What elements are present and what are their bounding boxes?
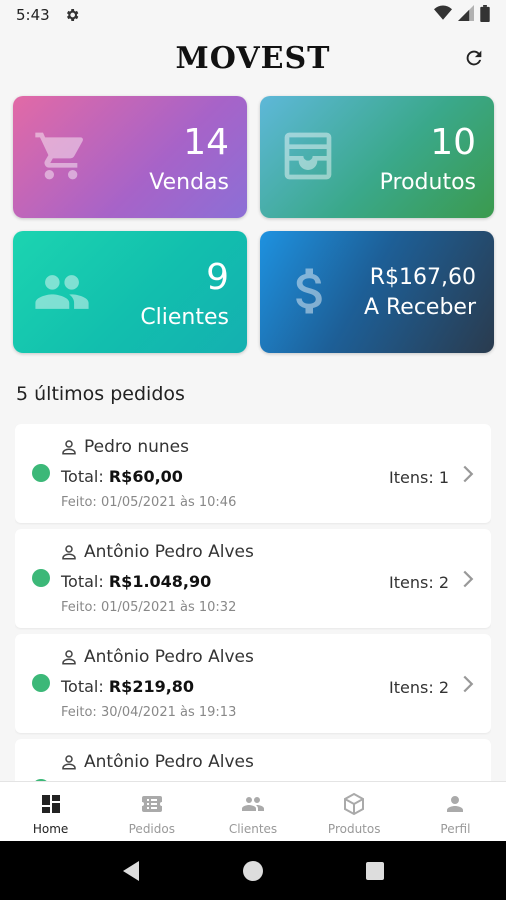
order-total-value: R$219,80: [108, 677, 195, 696]
people-icon: [242, 797, 264, 811]
customer-name: Antônio Pedro Alves: [84, 542, 254, 562]
order-customer: Antônio Pedro Alves: [60, 752, 254, 772]
sales-count: 14: [183, 122, 229, 163]
status-icons: [434, 4, 490, 26]
orders-list: Pedro nunes Total: R$60,00 Feito: 01/05/…: [15, 424, 491, 781]
clients-card[interactable]: 9 Clientes: [13, 231, 247, 353]
receivable-card[interactable]: R$167,60 A Receber: [260, 231, 494, 353]
nav-label: Home: [32, 822, 69, 836]
nav-label: Pedidos: [128, 822, 175, 836]
home-circle-icon: [243, 860, 263, 881]
products-count: 10: [430, 122, 476, 163]
nav-label: Clientes: [228, 822, 278, 836]
box-icon: [344, 792, 365, 816]
person-icon: [447, 796, 464, 812]
order-customer: Pedro nunes: [60, 437, 189, 457]
user-icon: [62, 440, 76, 455]
dashboard-icon: [41, 795, 60, 813]
status-dot: [32, 464, 50, 482]
back-button[interactable]: [111, 851, 151, 891]
receivable-amount: R$167,60: [369, 265, 476, 290]
order-customer: Antônio Pedro Alves: [60, 647, 254, 667]
receivable-label: A Receber: [363, 295, 476, 320]
order-item[interactable]: Antônio Pedro Alves Total: R$219,80 Feit…: [15, 634, 491, 733]
order-total: Total: R$219,80: [61, 677, 195, 696]
customer-name: Antônio Pedro Alves: [84, 752, 254, 772]
system-navigation-bar: [0, 841, 506, 900]
recents-button[interactable]: [355, 851, 395, 891]
order-total-value: R$60,00: [108, 467, 183, 486]
chevron-right-icon: [463, 570, 474, 588]
customer-name: Pedro nunes: [84, 437, 189, 457]
order-customer: Antônio Pedro Alves: [60, 542, 254, 562]
clients-count: 9: [206, 257, 229, 298]
refresh-icon: [466, 50, 482, 66]
order-date: Feito: 01/05/2021 às 10:32: [61, 600, 237, 615]
refresh-button[interactable]: [460, 44, 488, 72]
status-bar: 5:43: [0, 0, 506, 30]
app-logo: MOVEST: [175, 40, 331, 76]
status-time: 5:43: [16, 6, 50, 24]
recent-orders-title: 5 últimos pedidos: [16, 383, 185, 405]
settings-gear-icon: [64, 7, 80, 23]
people-icon: [33, 263, 91, 326]
sales-label: Vendas: [149, 170, 229, 195]
clients-label: Clientes: [140, 305, 229, 330]
order-date: Feito: 01/05/2021 às 10:46: [61, 495, 237, 510]
cart-icon: [33, 128, 89, 189]
order-date: Feito: 30/04/2021 às 19:13: [61, 705, 237, 720]
dollar-icon: [288, 261, 328, 326]
chevron-right-icon: [463, 675, 474, 693]
order-total: Total: R$60,00: [61, 467, 183, 486]
user-icon: [62, 650, 76, 665]
nav-clients[interactable]: Clientes: [202, 782, 303, 841]
home-button[interactable]: [233, 851, 273, 891]
order-items-count: Itens: 2: [389, 573, 449, 592]
user-icon: [62, 755, 76, 770]
user-icon: [62, 545, 76, 560]
order-items-count: Itens: 1: [389, 468, 449, 487]
order-total-value: R$1.048,90: [108, 572, 212, 591]
nav-profile[interactable]: Perfil: [405, 782, 506, 841]
nav-products[interactable]: Produtos: [304, 782, 405, 841]
products-label: Produtos: [379, 170, 476, 195]
app-screen: 5:43 MOVEST 14 Vendas 10 Produtos 9 Clie…: [0, 0, 506, 900]
status-dot: [32, 674, 50, 692]
nav-label: Perfil: [440, 822, 471, 836]
recents-icon: [366, 861, 384, 880]
order-item[interactable]: Pedro nunes Total: R$60,00 Feito: 01/05/…: [15, 424, 491, 523]
wifi-icon: [434, 5, 452, 25]
app-header: MOVEST: [0, 30, 506, 86]
ticket-icon: [141, 796, 162, 812]
order-total: Total: R$1.048,90: [61, 572, 212, 591]
chevron-right-icon: [463, 465, 474, 483]
back-icon: [123, 860, 139, 881]
status-dot: [32, 569, 50, 587]
inbox-icon: [280, 128, 336, 189]
signal-icon: [458, 5, 474, 25]
bottom-navigation: Home Pedidos Clientes Produtos Perfil: [0, 781, 506, 841]
sales-card[interactable]: 14 Vendas: [13, 96, 247, 218]
nav-orders[interactable]: Pedidos: [101, 782, 202, 841]
order-item[interactable]: Antônio Pedro Alves: [15, 739, 491, 781]
order-item[interactable]: Antônio Pedro Alves Total: R$1.048,90 Fe…: [15, 529, 491, 628]
nav-home[interactable]: Home: [0, 782, 101, 841]
nav-label: Produtos: [327, 822, 381, 836]
battery-icon: [480, 4, 490, 26]
customer-name: Antônio Pedro Alves: [84, 647, 254, 667]
order-items-count: Itens: 2: [389, 678, 449, 697]
products-card[interactable]: 10 Produtos: [260, 96, 494, 218]
